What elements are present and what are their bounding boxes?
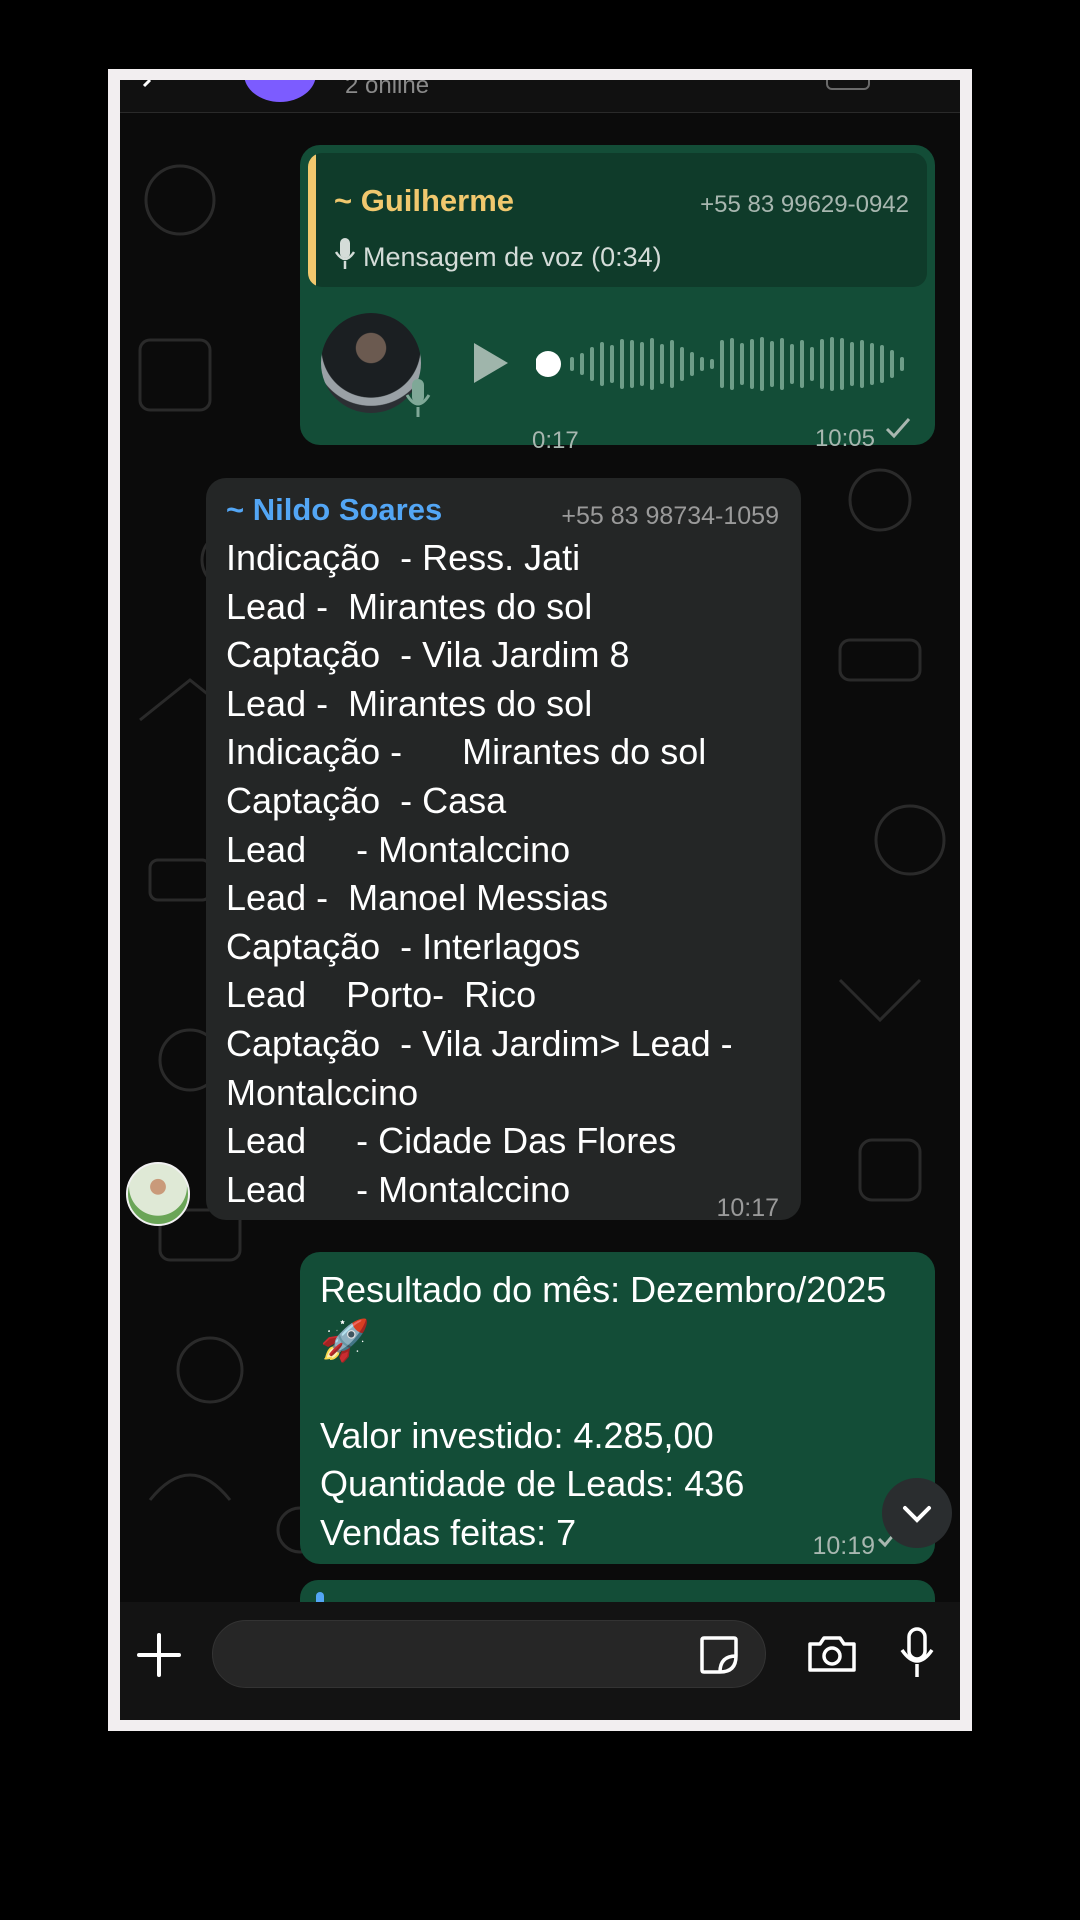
sender-avatar[interactable] xyxy=(126,1162,190,1226)
play-icon[interactable] xyxy=(470,341,510,385)
message-line: Lead Porto- Rico xyxy=(226,974,537,1016)
message-input[interactable] xyxy=(212,1620,766,1688)
quote-sender-name: ~ Guilherme xyxy=(334,183,515,218)
incoming-message-bubble[interactable]: ~ Nildo Soares +55 83 98734-1059 Indicaç… xyxy=(206,478,801,1222)
voice-message-bubble[interactable]: ~ Guilherme +55 83 99629-0942 Mensagem d… xyxy=(300,145,935,454)
microphone-icon xyxy=(405,379,431,417)
voice-duration: 0:17 xyxy=(532,427,579,454)
quote-sender-phone: +55 83 99629-0942 xyxy=(700,191,909,218)
message-line: Captação - Vila Jardim 8 xyxy=(226,634,630,676)
message-line: Lead - Mirantes do sol xyxy=(226,585,593,627)
message-line: Lead - Cidade Das Flores xyxy=(226,1120,677,1162)
message-line: Montalccino xyxy=(226,1071,419,1113)
microphone-icon[interactable] xyxy=(898,1626,936,1680)
camera-icon[interactable] xyxy=(806,1634,858,1674)
chevron-down-icon xyxy=(903,1506,931,1523)
message-line: Indicação - Mirantes do sol xyxy=(226,731,707,773)
message-line: Lead - Montalccino xyxy=(226,828,571,870)
sender-name[interactable]: ~ Nildo Soares xyxy=(226,486,442,535)
online-status: 2 online xyxy=(345,80,430,99)
message-line: Lead - Montalccino xyxy=(226,1168,571,1210)
header-action-icon[interactable] xyxy=(826,80,870,90)
message-text: Indicação - Ress. Jati Lead - Mirantes do… xyxy=(226,534,786,1214)
quoted-message[interactable]: ~ Guilherme +55 83 99629-0942 Mensagem d… xyxy=(308,153,927,287)
message-line: Captação - Casa xyxy=(226,779,507,821)
chat-screen: 2 online ~ Guilherme +55 83 99629-0942 M… xyxy=(120,80,960,1720)
outgoing-message-bubble[interactable]: Resultado do mês: Dezembro/2025 Valor in… xyxy=(300,1252,935,1564)
chat-header: 2 online xyxy=(120,80,960,113)
scroll-to-bottom-button[interactable] xyxy=(882,1478,952,1548)
quote-text: Mensagem de voz (0:34) xyxy=(363,242,662,272)
message-composer xyxy=(120,1602,960,1720)
group-avatar[interactable] xyxy=(244,80,316,102)
message-time: 10:17 xyxy=(716,1194,779,1222)
sticker-icon[interactable] xyxy=(698,1634,740,1676)
rocket-icon: 🚀 xyxy=(320,1319,370,1363)
message-line: Captação - Interlagos xyxy=(226,925,581,967)
quote-accent-bar xyxy=(308,153,316,287)
message-line: Captação - Vila Jardim> Lead - xyxy=(226,1022,733,1064)
checkmark-icon xyxy=(885,418,911,439)
microphone-icon xyxy=(334,238,356,269)
message-time: 10:05 xyxy=(814,425,875,452)
message-text: Resultado do mês: Dezembro/2025 Valor in… xyxy=(320,1269,887,1553)
message-line: Lead - Mirantes do sol xyxy=(226,682,593,724)
chevron-left-icon[interactable] xyxy=(138,80,158,90)
plus-icon[interactable] xyxy=(136,1632,182,1678)
message-time: 10:19 xyxy=(812,1532,875,1560)
audio-waveform[interactable] xyxy=(536,331,906,397)
message-line: Lead - Manoel Messias xyxy=(226,877,609,919)
message-line: Indicação - Ress. Jati xyxy=(226,537,581,578)
